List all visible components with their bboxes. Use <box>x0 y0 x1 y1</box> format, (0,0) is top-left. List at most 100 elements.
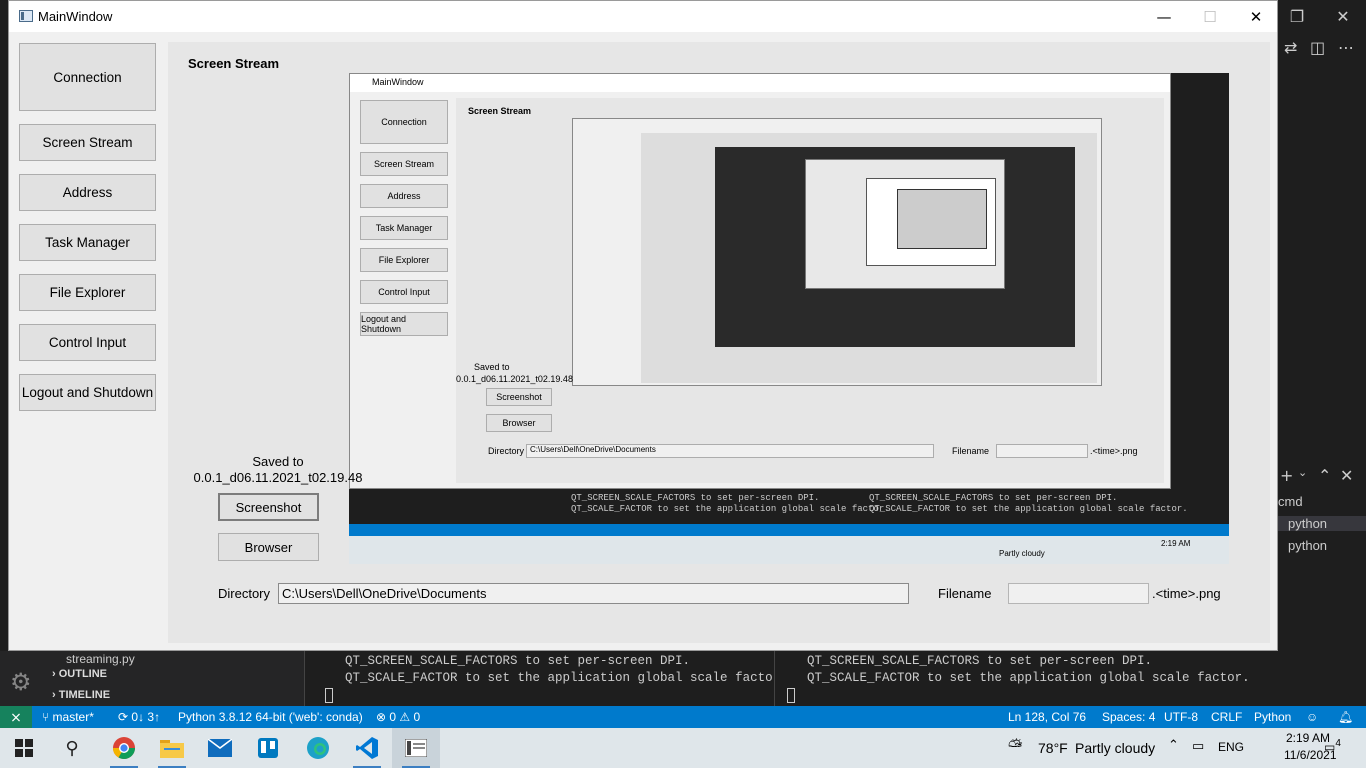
more-actions-icon[interactable]: ⋯ <box>1338 38 1354 57</box>
stream-nested-capture <box>715 147 1075 347</box>
gear-icon[interactable]: ⚙ <box>10 668 32 696</box>
stream-terminal-line: QT_SCALE_FACTOR to set the application g… <box>571 504 890 514</box>
nav-connection-button[interactable]: Connection <box>19 43 156 111</box>
title-bar[interactable]: MainWindow — ☐ ✕ <box>9 1 1277 32</box>
filename-label: Filename <box>938 586 992 601</box>
chevron-down-icon[interactable]: ⌄ <box>1298 466 1307 479</box>
terminal-line: QT_SCREEN_SCALE_FACTORS to set per-scree… <box>807 654 1153 668</box>
nav-address-button[interactable]: Address <box>19 174 156 211</box>
directory-field[interactable]: C:\Users\Dell\OneDrive\Documents <box>278 583 909 604</box>
filename-field[interactable] <box>1008 583 1149 604</box>
stream-saved-path: 0.0.1_d06.11.2021_t02.19.48 <box>456 374 573 384</box>
stream-filename-field <box>996 444 1088 458</box>
stream-window-title: MainWindow <box>350 74 1170 92</box>
terminal-tab-panel <box>1270 460 1366 655</box>
nav-task-manager-button[interactable]: Task Manager <box>19 224 156 261</box>
stream-nav-item: Screen Stream <box>360 152 448 176</box>
terminal-tab-cmd[interactable]: cmd <box>1278 494 1303 509</box>
stream-filename-label: Filename <box>952 446 990 456</box>
problems-item[interactable]: ⊗ 0 ⚠ 0 <box>376 710 420 724</box>
file-item[interactable]: streaming.py <box>66 652 135 666</box>
nav-file-explorer-button[interactable]: File Explorer <box>19 274 156 311</box>
split-editor-icon[interactable]: ◫ <box>1310 38 1325 57</box>
stream-directory-field: C:\Users\Dell\OneDrive\Documents <box>526 444 934 458</box>
network-icon[interactable]: ▭ <box>1192 738 1204 754</box>
bell-icon[interactable]: 🔔︎ <box>1338 710 1353 724</box>
outline-section[interactable]: › OUTLINE <box>52 668 107 680</box>
stream-terminal-line: QT_SCALE_FACTOR to set the application g… <box>869 504 1188 514</box>
stream-filename-suffix: .<time>.png <box>1090 446 1138 456</box>
vscode-icon[interactable] <box>343 728 391 768</box>
stream-terminal-line: QT_SCREEN_SCALE_FACTORS to set per-scree… <box>571 493 820 503</box>
new-terminal-icon[interactable]: + <box>1280 466 1293 485</box>
weather-text[interactable]: Partly cloudy <box>1075 740 1155 756</box>
main-window: MainWindow — ☐ ✕ Connection Screen Strea… <box>8 0 1278 651</box>
stream-content: Screen Stream Saved to 0.0.1_d06.11.2021… <box>456 98 1164 483</box>
timeline-label: TIMELINE <box>58 689 111 701</box>
branch-label: master* <box>52 710 94 724</box>
terminal-line: QT_SCREEN_SCALE_FACTORS to set per-scree… <box>345 654 691 668</box>
stream-nav-item: Task Manager <box>360 216 448 240</box>
indentation[interactable]: Spaces: 4 <box>1102 710 1155 724</box>
restore-icon[interactable]: ❐ <box>1274 0 1320 32</box>
directory-label: Directory <box>218 586 271 601</box>
stream-window-level2 <box>572 118 1102 386</box>
nav-screen-stream-button[interactable]: Screen Stream <box>19 124 156 161</box>
chevron-up-icon[interactable]: ⌃ <box>1318 466 1331 485</box>
cursor-position[interactable]: Ln 128, Col 76 <box>1008 710 1086 724</box>
windows-taskbar: ⚲ ⛅︎ 78°F Partly cloudy ⌃ ▭ ENG 2:19 AM … <box>0 728 1366 768</box>
notification-count: 4 <box>1335 738 1341 749</box>
stream-window-level1: MainWindow Connection Screen Stream Addr… <box>349 73 1171 489</box>
file-explorer-icon[interactable] <box>148 728 196 768</box>
encoding[interactable]: UTF-8 <box>1164 710 1198 724</box>
stream-nav-item: Address <box>360 184 448 208</box>
close-button[interactable]: ✕ <box>1233 1 1279 32</box>
stream-weather: Partly cloudy <box>999 549 1045 558</box>
sync-item[interactable]: ⟳ 0↓ 3↑ <box>118 710 160 724</box>
windows-start-icon[interactable] <box>0 728 48 768</box>
terminal-tab-python-2[interactable]: python <box>1278 538 1327 553</box>
terminal-tab-label: python <box>1288 516 1328 531</box>
interpreter-item[interactable]: Python 3.8.12 64-bit ('web': conda) <box>178 710 363 724</box>
terminal-cursor <box>325 688 333 703</box>
weather-icon[interactable]: ⛅︎ <box>1008 736 1022 757</box>
branch-item[interactable]: ⑂ master* <box>42 710 94 724</box>
screen-stream-view[interactable]: MainWindow Connection Screen Stream Addr… <box>349 73 1229 564</box>
terminal-pane-1[interactable]: QT_SCREEN_SCALE_FACTORS to set per-scree… <box>304 651 788 706</box>
terminal-pane-2[interactable]: QT_SCREEN_SCALE_FACTORS to set per-scree… <box>774 651 1250 706</box>
window-title: MainWindow <box>38 9 113 24</box>
browser-button[interactable]: Browser <box>218 533 319 561</box>
stream-browser-button: Browser <box>486 414 552 432</box>
trello-icon[interactable] <box>244 728 292 768</box>
stream-statusbar <box>349 524 1229 536</box>
close-icon[interactable]: ✕ <box>1320 0 1366 32</box>
screenshot-button[interactable]: Screenshot <box>218 493 319 521</box>
stream-nav-item: Control Input <box>360 280 448 304</box>
saved-path-label: 0.0.1_d06.11.2021_t02.19.48 <box>193 470 363 485</box>
notification-icon[interactable]: ▭4 <box>1324 738 1341 754</box>
search-icon[interactable]: ⚲ <box>48 728 96 768</box>
line-ending[interactable]: CRLF <box>1211 710 1242 724</box>
remote-icon[interactable]: ⨯ <box>0 706 32 728</box>
terminal-line: QT_SCALE_FACTOR to set the application g… <box>345 671 788 685</box>
python-app-icon[interactable] <box>392 728 440 768</box>
stream-clock: 2:19 AM <box>1161 539 1191 548</box>
language-mode[interactable]: Python <box>1254 710 1291 724</box>
chrome-icon[interactable] <box>100 728 148 768</box>
nav-logout-shutdown-button[interactable]: Logout and Shutdown <box>19 374 156 411</box>
nav-control-input-button[interactable]: Control Input <box>19 324 156 361</box>
edge-icon[interactable] <box>294 728 342 768</box>
close-panel-icon[interactable]: ✕ <box>1340 466 1353 485</box>
stream-nav-item: Connection <box>360 100 448 144</box>
language-indicator[interactable]: ENG <box>1218 740 1244 754</box>
feedback-icon[interactable]: ☺ <box>1306 710 1318 724</box>
mail-icon[interactable] <box>196 728 244 768</box>
show-hidden-icons[interactable]: ⌃ <box>1168 738 1179 753</box>
maximize-button[interactable]: ☐ <box>1187 1 1233 32</box>
weather-temp[interactable]: 78°F <box>1038 740 1068 756</box>
timeline-section[interactable]: › TIMELINE <box>52 689 110 701</box>
terminal-tab-python-1[interactable]: python <box>1278 516 1366 531</box>
minimize-button[interactable]: — <box>1141 1 1187 32</box>
compare-icon[interactable]: ⇄ <box>1284 38 1297 57</box>
outline-label: OUTLINE <box>58 668 108 680</box>
